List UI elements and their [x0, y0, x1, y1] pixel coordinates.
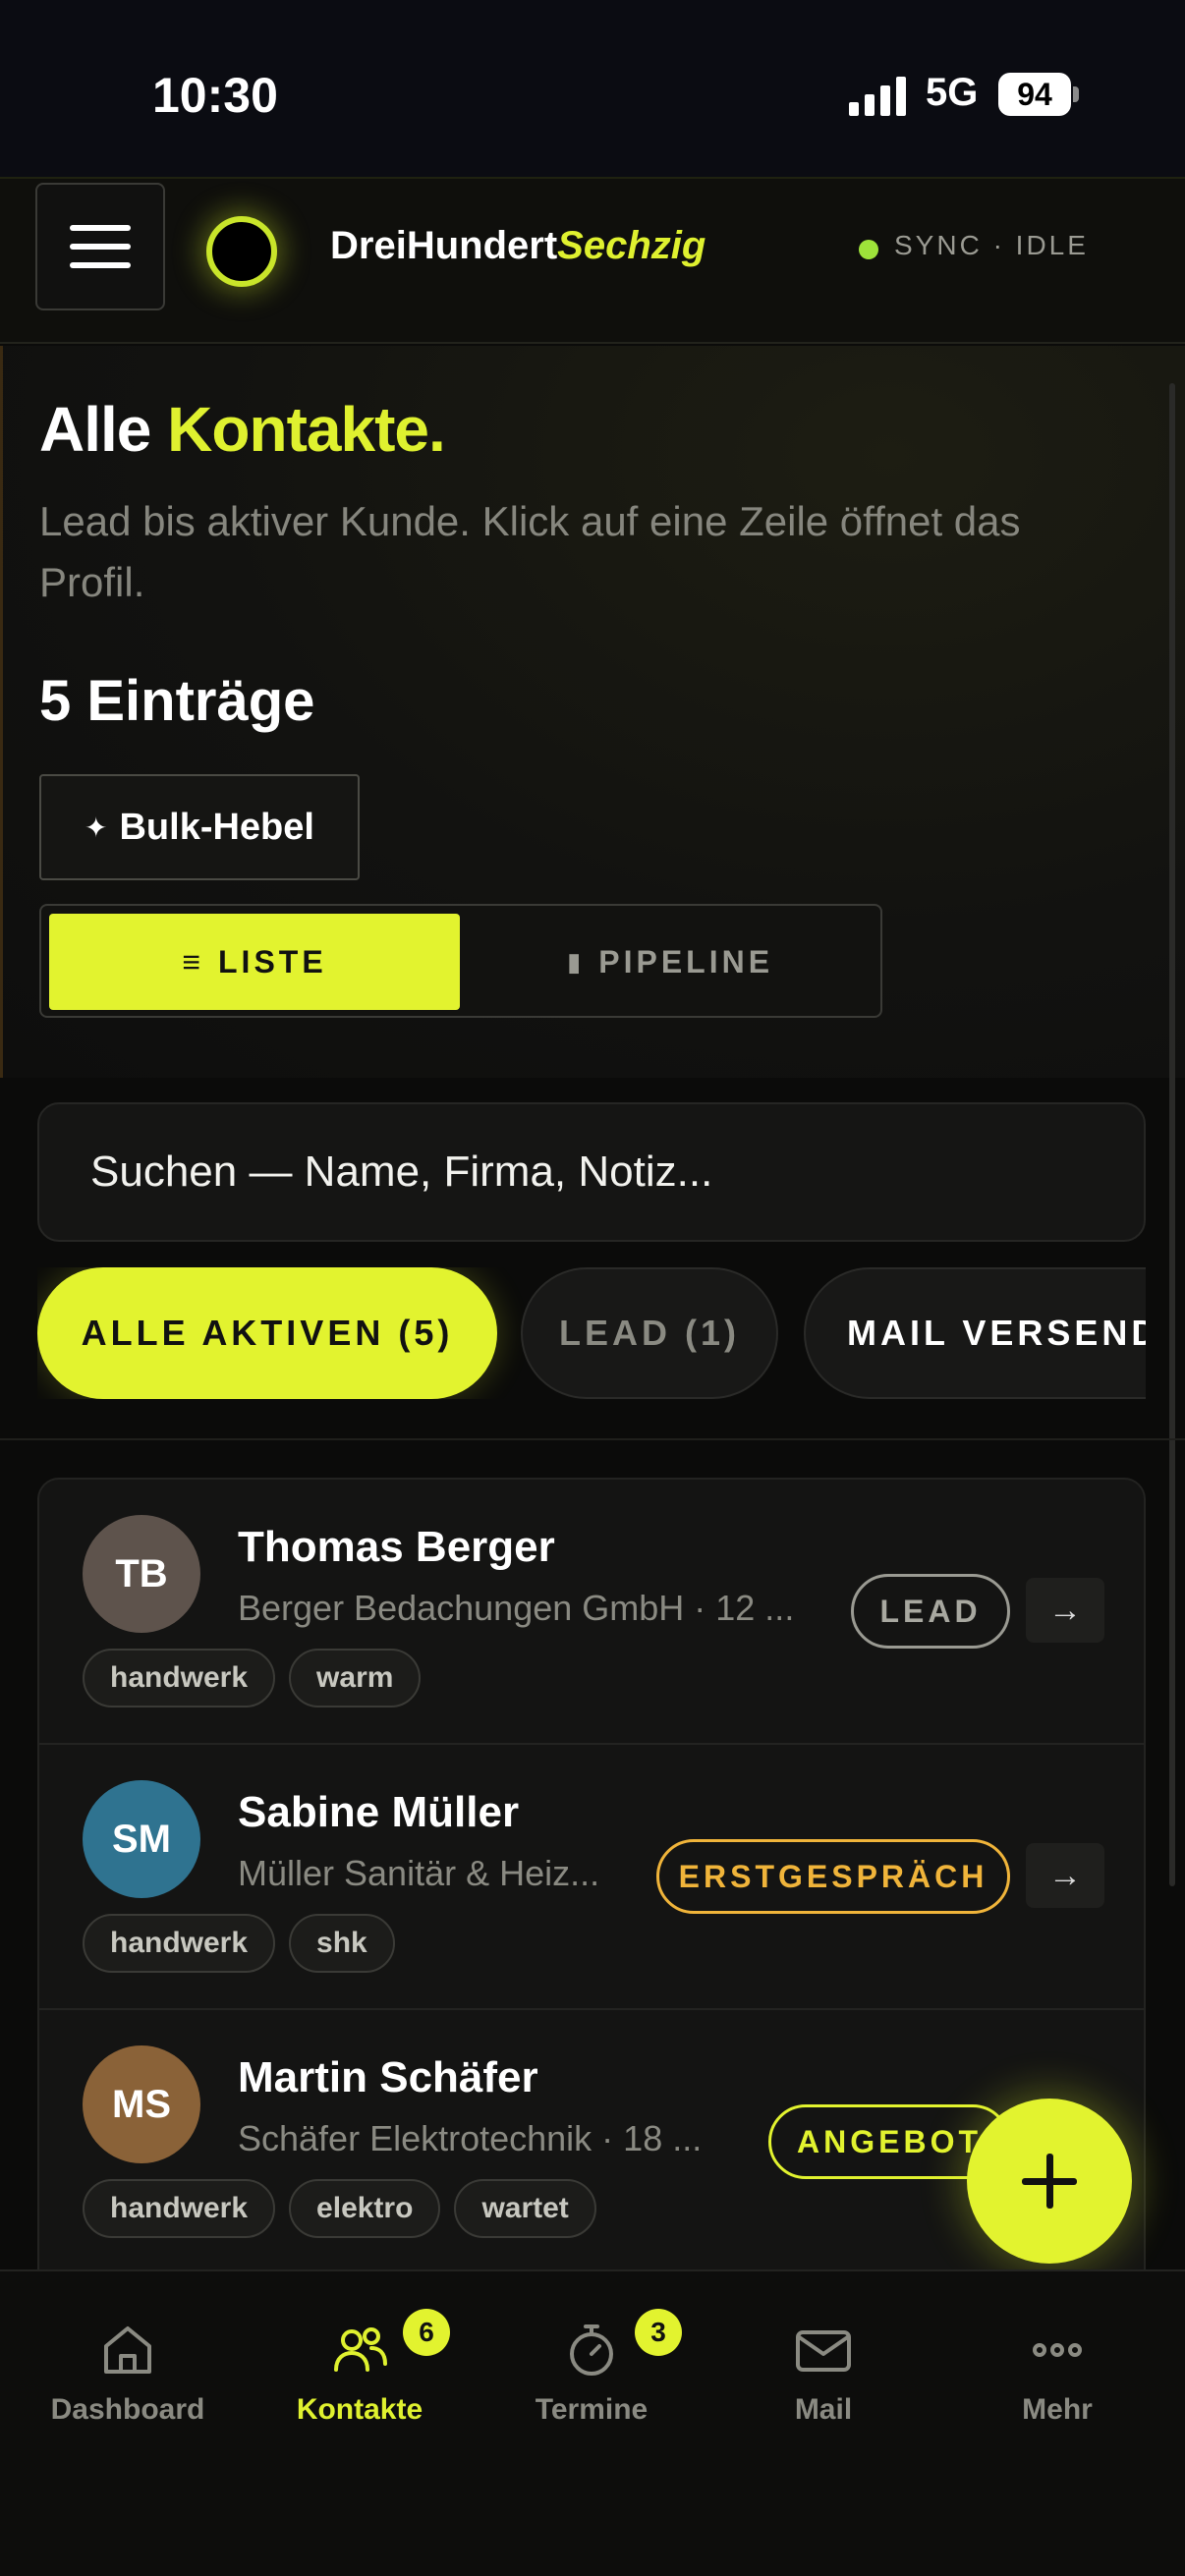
contact-company: Müller Sanitär & Heiz...: [238, 1853, 600, 1893]
nav-mail[interactable]: Mail: [715, 2319, 931, 2427]
contact-company: Berger Bedachungen GmbH · 12 ...: [238, 1588, 795, 1628]
arrow-right-icon: →: [1048, 1591, 1082, 1629]
notification-badge: 6: [403, 2309, 450, 2356]
contact-row[interactable]: TB Thomas Berger Berger Bedachungen GmbH…: [39, 1480, 1144, 1745]
nav-label: Dashboard: [50, 2393, 205, 2426]
tag[interactable]: elektro: [289, 2179, 441, 2238]
sync-status-dot: [859, 240, 878, 259]
arrow-right-icon: →: [1048, 1856, 1082, 1894]
signal-icon: [849, 77, 906, 116]
filter-chip-all-active[interactable]: ALLE AKTIVEN (5): [37, 1267, 497, 1399]
scrollbar[interactable]: [1169, 383, 1175, 1886]
network-label: 5G: [926, 71, 979, 114]
open-contact-button[interactable]: →: [1026, 1843, 1104, 1908]
entry-count: 5 Einträge: [39, 669, 315, 733]
toggle-list[interactable]: ≡ LISTE: [49, 914, 460, 1010]
bulk-action-button[interactable]: ✦ Bulk-Hebel: [39, 774, 360, 880]
sync-status: SYNC · IDLE: [894, 230, 1089, 260]
menu-icon-bar: [70, 244, 131, 250]
contact-name: Sabine Müller: [238, 1788, 520, 1836]
more-icon: [1033, 2343, 1082, 2357]
battery-tip: [1073, 86, 1079, 102]
filter-chip-lead[interactable]: LEAD (1): [521, 1267, 778, 1399]
contact-row[interactable]: SM Sabine Müller Müller Sanitär & Heiz..…: [39, 1745, 1144, 2010]
nav-contacts[interactable]: Kontakte 6: [252, 2309, 468, 2427]
nav-appointments[interactable]: Termine 3: [483, 2309, 700, 2427]
filter-chips: ALLE AKTIVEN (5) LEAD (1) MAIL VERSEND: [37, 1267, 1146, 1399]
status-badge: ERSTGESPRÄCH: [656, 1839, 1010, 1914]
nav-label: Termine: [535, 2393, 649, 2426]
toggle-pipeline[interactable]: ▮ PIPELINE: [464, 914, 876, 1010]
avatar: MS: [83, 2045, 200, 2163]
nav-label: Mail: [794, 2393, 853, 2426]
tag[interactable]: handwerk: [83, 1914, 276, 1973]
status-badge: LEAD: [851, 1574, 1010, 1649]
home-icon: [104, 2326, 151, 2374]
divider: [0, 1438, 1185, 1440]
contact-name: Thomas Berger: [238, 1523, 555, 1571]
tag[interactable]: warm: [289, 1649, 422, 1708]
status-bar: 10:30 5G 94: [0, 0, 1185, 177]
toggle-pipeline-label: PIPELINE: [598, 943, 774, 980]
mail-icon: [796, 2330, 851, 2372]
notification-badge: 3: [635, 2309, 682, 2356]
list-icon: ≡: [182, 943, 204, 980]
tag[interactable]: wartet: [454, 2179, 596, 2238]
pipeline-icon: ▮: [566, 946, 586, 977]
nav-more[interactable]: Mehr: [949, 2319, 1165, 2427]
brand-part-2: Sechzig: [557, 224, 706, 267]
tag[interactable]: shk: [289, 1914, 395, 1973]
plus-icon: [1022, 2154, 1077, 2209]
title-part-1: Alle: [39, 394, 151, 465]
nav-label: Mehr: [1022, 2393, 1093, 2426]
add-contact-button[interactable]: [967, 2099, 1132, 2264]
tag-list: handwerk warm: [83, 1649, 422, 1708]
nav-dashboard[interactable]: Dashboard: [20, 2319, 236, 2427]
bulk-action-label: Bulk-Hebel: [119, 806, 314, 848]
tag[interactable]: handwerk: [83, 2179, 276, 2238]
contact-company: Schäfer Elektrotechnik · 18 ...: [238, 2118, 703, 2158]
toggle-list-label: LISTE: [218, 943, 327, 980]
nav-label: Kontakte: [296, 2393, 423, 2426]
avatar: TB: [83, 1515, 200, 1633]
tag-list: handwerk elektro wartet: [83, 2179, 596, 2238]
search-input[interactable]: [90, 1148, 1144, 1197]
menu-icon-bar: [70, 225, 131, 231]
contact-name: Martin Schäfer: [238, 2053, 538, 2101]
logo-icon[interactable]: [206, 216, 277, 287]
title-part-2: Kontakte.: [167, 394, 446, 465]
menu-icon-bar: [70, 262, 131, 268]
brand-part-1: DreiHundert: [330, 224, 558, 267]
sparkle-icon: ✦: [85, 812, 108, 843]
menu-button[interactable]: [35, 183, 165, 310]
search-box: [37, 1102, 1146, 1242]
page-title: Alle Kontakte.: [39, 393, 446, 466]
open-contact-button[interactable]: →: [1026, 1578, 1104, 1643]
tag-list: handwerk shk: [83, 1914, 395, 1973]
filter-chip-mail-sent[interactable]: MAIL VERSEND: [804, 1267, 1146, 1399]
users-icon: [334, 2327, 387, 2372]
status-time: 10:30: [152, 68, 278, 123]
battery-icon: 94: [998, 73, 1071, 116]
tag[interactable]: handwerk: [83, 1649, 276, 1708]
page-subtitle: Lead bis aktiver Kunde. Klick auf eine Z…: [39, 498, 1021, 605]
view-toggle: ≡ LISTE ▮ PIPELINE: [39, 904, 882, 1018]
brand-name[interactable]: DreiHundertSechzig: [330, 224, 705, 268]
avatar: SM: [83, 1780, 200, 1898]
timer-icon: [570, 2324, 613, 2376]
